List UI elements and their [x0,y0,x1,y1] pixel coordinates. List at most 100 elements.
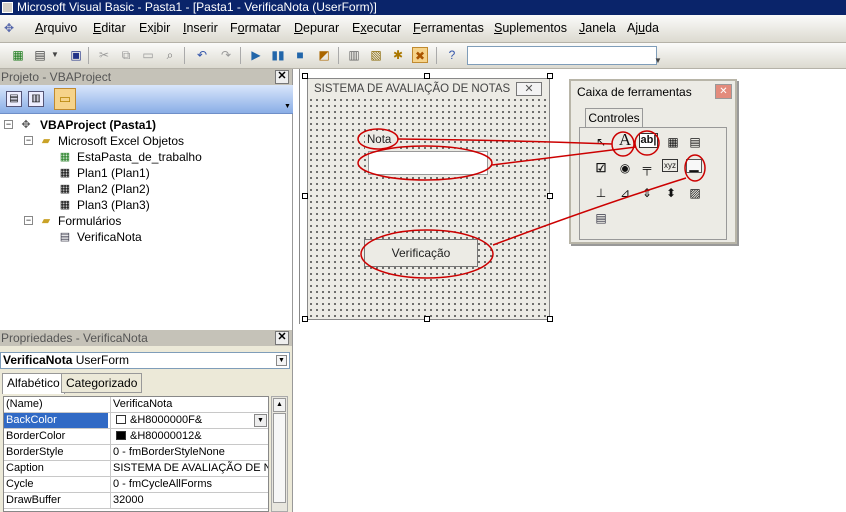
menu-executar[interactable]: Executar [352,21,401,35]
multipage-tool-icon[interactable]: ⊿ [616,184,634,202]
reset-icon[interactable]: ■ [292,47,308,63]
redo-icon[interactable]: ↷ [218,47,234,63]
pointer-tool-icon[interactable]: ↖ [592,133,610,151]
help-icon[interactable]: ? [444,47,460,63]
project-explorer-icon[interactable]: ▥ [346,47,362,63]
menu-ajuda[interactable]: Ajuda [627,21,659,35]
expand-toggle[interactable]: − [24,136,33,145]
property-grid-scrollbar[interactable]: ▲ [271,396,288,512]
view-excel-icon[interactable]: ▦ [10,47,26,63]
userform-icon: ▤ [59,231,71,243]
resize-handle[interactable] [424,73,430,79]
property-row-selected[interactable]: BackColor &H8000000F& ▼ [4,413,268,429]
resize-handle[interactable] [547,316,553,322]
find-icon[interactable]: ⌕ [162,47,178,63]
view-code-icon[interactable]: ▤ [6,91,22,107]
resize-handle[interactable] [302,316,308,322]
object-browser-icon[interactable]: ✱ [390,47,406,63]
form-label-nota[interactable]: Nota [365,131,399,149]
label-tool-icon[interactable]: A [616,131,634,149]
resize-handle[interactable] [302,193,308,199]
menu-suplementos[interactable]: Suplementos [494,21,567,35]
resize-handle[interactable] [547,73,553,79]
toolbar-options-icon[interactable]: ▼ [650,53,666,69]
optionbutton-tool-icon[interactable]: ◉ [616,159,634,177]
listbox-tool-icon[interactable]: ▤ [686,133,704,151]
close-icon: ✕ [516,82,542,96]
tree-item-sheet[interactable]: Plan1 (Plan1) [77,166,150,180]
form-button-verificacao[interactable]: Verificação [364,239,478,267]
chevron-down-icon[interactable]: ▼ [276,355,287,366]
menu-editar[interactable]: Editar [93,21,126,35]
scroll-up-icon[interactable]: ▲ [273,398,286,412]
tab-controles[interactable]: Controles [585,108,643,128]
property-row[interactable]: (Name) VerificaNota [4,397,268,413]
resize-handle[interactable] [547,193,553,199]
property-row[interactable]: BorderStyle 0 - fmBorderStyleNone [4,445,268,461]
textbox-tool-icon[interactable]: ab| [639,133,658,148]
tree-folder-excel[interactable]: Microsoft Excel Objetos [58,134,184,148]
undo-icon[interactable]: ↶ [194,47,210,63]
folder-icon: ▰ [41,135,51,147]
scroll-thumb[interactable] [273,413,286,503]
insert-dropdown-icon[interactable]: ▼ [50,47,60,63]
userform-designer[interactable]: SISTEMA DE AVALIAÇÃO DE NOTAS ✕ Nota Ver… [307,78,550,320]
menu-arquivo[interactable]: Arquivo [35,21,77,35]
tree-root[interactable]: VBAProject (Pasta1) [40,118,156,132]
vba-menu-icon[interactable]: ✥ [4,21,14,35]
tree-folder-forms[interactable]: Formulários [58,214,121,228]
save-icon[interactable]: ▣ [68,47,84,63]
copy-icon[interactable]: ⧉ [118,47,134,63]
togglebutton-tool-icon[interactable]: ╤ [638,159,656,177]
design-mode-icon[interactable]: ◩ [316,47,332,63]
menu-inserir[interactable]: Inserir [183,21,218,35]
insert-userform-icon[interactable]: ▤ [32,47,48,63]
toolbar-options-icon[interactable]: ▼ [284,103,291,110]
menu-janela[interactable]: Janela [579,21,616,35]
toggle-folders-icon[interactable]: ▭ [54,88,76,110]
cut-icon[interactable]: ✂ [96,47,112,63]
property-row[interactable]: Caption SISTEMA DE AVALIAÇÃO DE NOT [4,461,268,477]
resize-handle[interactable] [424,316,430,322]
menu-ferramentas[interactable]: Ferramentas [413,21,484,35]
property-row[interactable]: BorderColor &H80000012& [4,429,268,445]
toolbar-separator [338,47,339,64]
spinbutton-tool-icon[interactable]: ⬍ [662,184,680,202]
frame-tool-icon[interactable]: xyz [662,159,678,172]
checkbox-tool-icon[interactable]: ☑ [592,159,610,177]
form-textbox[interactable] [368,151,488,175]
combobox-tool-icon[interactable]: ▦ [664,133,682,151]
properties-window-icon[interactable]: ▧ [368,47,384,63]
refedit-tool-icon[interactable]: ▤ [592,209,610,227]
break-icon[interactable]: ▮▮ [270,47,286,63]
menu-formatar[interactable]: Formatar [230,21,281,35]
object-selector[interactable]: VerificaNota UserForm ▼ [0,352,290,369]
paste-icon[interactable]: ▭ [140,47,156,63]
menu-exibir[interactable]: Exibir [139,21,170,35]
tree-item-sheet[interactable]: Plan3 (Plan3) [77,198,150,212]
close-icon[interactable]: ✕ [275,70,289,84]
tab-categorizado[interactable]: Categorizado [61,373,143,393]
commandbutton-tool-icon[interactable]: ▁ [686,159,702,173]
property-row[interactable]: Cycle 0 - fmCycleAllForms [4,477,268,493]
folder-icon: ▰ [41,215,51,227]
expand-toggle[interactable]: − [24,216,33,225]
property-row[interactable]: DrawBuffer 32000 [4,493,268,509]
sheet-icon: ▦ [59,199,71,211]
toolbox-icon[interactable]: ✖ [412,47,428,63]
tabstrip-tool-icon[interactable]: ⊥ [592,184,610,202]
resize-handle[interactable] [302,73,308,79]
tab-alfabetico[interactable]: Alfabético [2,373,65,394]
tree-item-workbook[interactable]: EstaPasta_de_trabalho [77,150,202,164]
close-icon[interactable]: ✕ [275,331,289,345]
tree-item-userform[interactable]: VerificaNota [77,230,142,244]
close-icon[interactable]: ✕ [715,84,732,99]
scrollbar-tool-icon[interactable]: ⇕ [638,184,656,202]
chevron-down-icon[interactable]: ▼ [254,414,267,427]
menu-depurar[interactable]: Depurar [294,21,339,35]
view-object-icon[interactable]: ▥ [28,91,44,107]
run-icon[interactable]: ▶ [248,47,264,63]
image-tool-icon[interactable]: ▨ [686,184,704,202]
expand-toggle[interactable]: − [4,120,13,129]
tree-item-sheet[interactable]: Plan2 (Plan2) [77,182,150,196]
